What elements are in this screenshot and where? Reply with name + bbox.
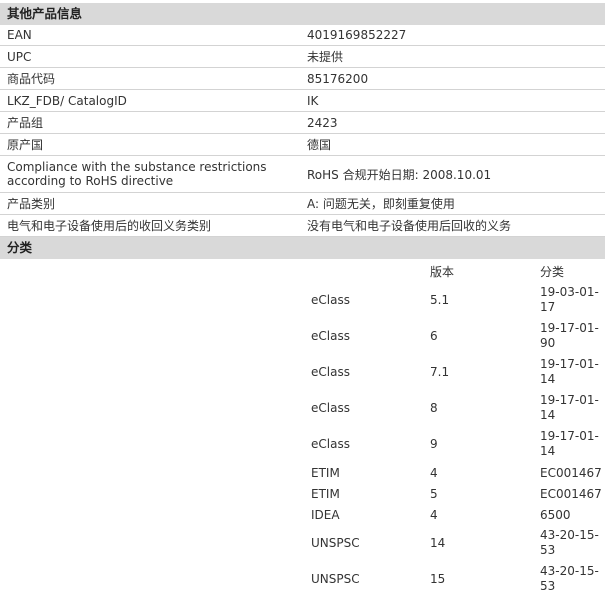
info-value: 2423 — [307, 115, 338, 130]
table-row: eClass 6 19-17-01-90 — [0, 319, 605, 353]
info-value: RoHS 合规开始日期: 2008.10.01 — [307, 167, 492, 182]
classification-category: 19-17-01-14 — [540, 357, 599, 386]
classification-version: 14 — [430, 536, 446, 550]
classification-system: eClass — [311, 437, 350, 451]
product-info-page: 其他产品信息 EAN 4019169852227 UPC 未提供 商品代码 85… — [0, 0, 608, 603]
classification-version: 15 — [430, 572, 446, 586]
info-row-catalog-id: LKZ_FDB/ CatalogID IK — [0, 90, 605, 112]
classification-category: 43-20-15-53 — [540, 528, 599, 557]
info-row-commodity-code: 商品代码 85176200 — [0, 68, 605, 90]
classification-version: 9 — [430, 437, 438, 451]
info-row-upc: UPC 未提供 — [0, 46, 605, 68]
classification-system: ETIM — [311, 487, 340, 501]
info-label: LKZ_FDB/ CatalogID — [7, 93, 127, 108]
info-label: Compliance with the substance restrictio… — [7, 160, 267, 188]
info-value: 德国 — [307, 138, 332, 152]
info-value: 未提供 — [307, 50, 344, 64]
table-row: UNSPSC 14 43-20-15-53 — [0, 526, 605, 560]
info-value: 没有电气和电子设备使用后回收的义务 — [307, 219, 512, 233]
other-info-header: 其他产品信息 — [0, 3, 605, 25]
classification-category: 19-17-01-14 — [540, 393, 599, 422]
classification-system: IDEA — [311, 508, 340, 522]
table-row: ETIM 4 EC001467 — [0, 463, 605, 483]
classification-system: UNSPSC — [311, 536, 360, 550]
info-value: IK — [307, 93, 319, 108]
classification-version: 5.1 — [430, 293, 450, 307]
classification-version: 4 — [430, 466, 438, 480]
classification-system: UNSPSC — [311, 572, 360, 586]
classification-category: 43-20-15-53 — [540, 564, 599, 593]
table-row: eClass 8 19-17-01-14 — [0, 391, 605, 425]
classification-version: 5 — [430, 487, 438, 501]
classification-version: 4 — [430, 508, 438, 522]
info-label: 原产国 — [7, 137, 44, 152]
classification-category: 6500 — [540, 507, 571, 522]
column-header-category: 分类 — [540, 265, 565, 279]
info-label: UPC — [7, 49, 32, 64]
classification-system: eClass — [311, 365, 350, 379]
info-row-product-group: 产品组 2423 — [0, 112, 605, 134]
info-row-weee: 电气和电子设备使用后的收回义务类别 没有电气和电子设备使用后回收的义务 — [0, 215, 605, 237]
classification-category: 19-03-01-17 — [540, 285, 599, 314]
classification-column-headers: 版本 分类 — [0, 263, 605, 281]
info-row-product-category: 产品类别 A: 问题无关，即刻重复使用 — [0, 193, 605, 215]
classification-header: 分类 — [0, 237, 605, 259]
classification-version: 8 — [430, 401, 438, 415]
classification-category: 19-17-01-14 — [540, 429, 599, 458]
info-row-country-of-origin: 原产国 德国 — [0, 134, 605, 156]
classification-version: 6 — [430, 329, 438, 343]
table-row: eClass 5.1 19-03-01-17 — [0, 283, 605, 317]
info-label: 电气和电子设备使用后的收回义务类别 — [7, 218, 212, 233]
info-label: 产品组 — [7, 115, 44, 130]
info-label: 产品类别 — [7, 196, 56, 211]
other-info-title: 其他产品信息 — [7, 6, 83, 21]
classification-system: eClass — [311, 401, 350, 415]
table-row: ETIM 5 EC001467 — [0, 484, 605, 504]
classification-system: ETIM — [311, 466, 340, 480]
classification-system: eClass — [311, 293, 350, 307]
info-label: EAN — [7, 28, 32, 42]
table-row: eClass 7.1 19-17-01-14 — [0, 355, 605, 389]
info-label: 商品代码 — [7, 71, 56, 86]
classification-category: EC001467 — [540, 486, 602, 501]
table-row: UNSPSC 15 43-20-15-53 — [0, 562, 605, 596]
info-value: A: 问题无关，即刻重复使用 — [307, 197, 455, 211]
info-value: 85176200 — [307, 71, 369, 86]
classification-system: eClass — [311, 329, 350, 343]
table-row: eClass 9 19-17-01-14 — [0, 427, 605, 461]
classification-version: 7.1 — [430, 365, 450, 379]
classification-category: EC001467 — [540, 465, 602, 480]
classification-category: 19-17-01-90 — [540, 321, 599, 350]
info-row-rohs: Compliance with the substance restrictio… — [0, 156, 605, 193]
table-row: IDEA 4 6500 — [0, 505, 605, 525]
column-header-version: 版本 — [430, 265, 455, 279]
classification-title: 分类 — [7, 240, 33, 255]
info-value: 4019169852227 — [307, 28, 407, 42]
info-row-ean: EAN 4019169852227 — [0, 25, 605, 46]
